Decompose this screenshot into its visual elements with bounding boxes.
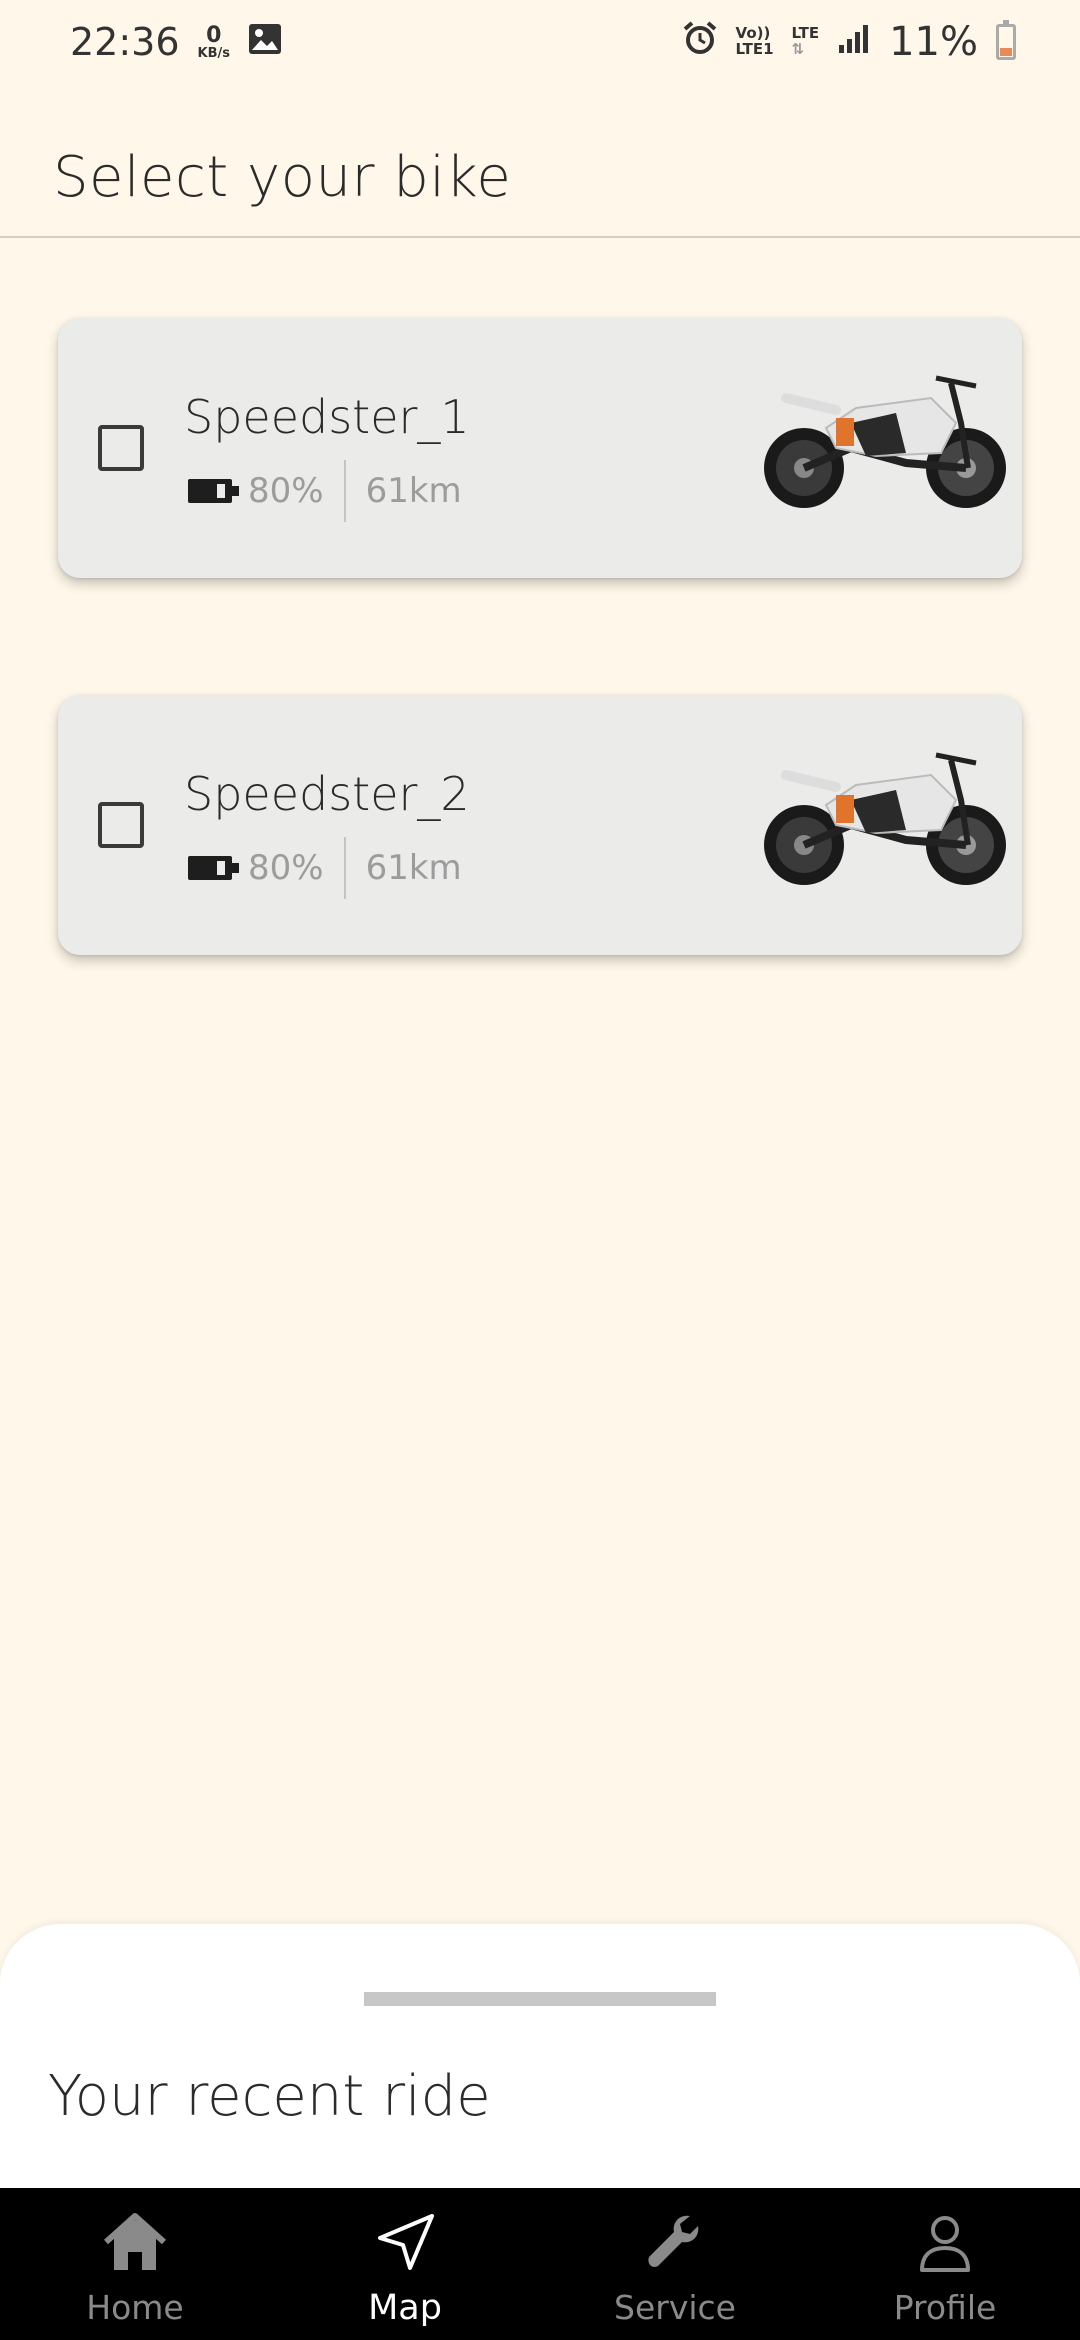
data-arrows-icon: ⇅ bbox=[791, 40, 805, 58]
nav-item-service[interactable]: Service bbox=[540, 2188, 810, 2340]
home-icon bbox=[103, 2213, 167, 2270]
lte-indicator: LTE ⇅ bbox=[791, 25, 820, 58]
bike-range: 61km bbox=[365, 471, 462, 511]
bike-meta: 80% 61km bbox=[188, 837, 462, 899]
bike-battery: 80% bbox=[248, 848, 324, 888]
network-speed: 0 KB/s bbox=[197, 22, 230, 61]
wrench-icon bbox=[648, 2215, 699, 2267]
network-speed-value: 0 bbox=[206, 22, 222, 48]
meta-divider bbox=[343, 460, 346, 522]
nav-label-profile: Profile bbox=[893, 2288, 997, 2327]
nav-label-map: Map bbox=[368, 2288, 442, 2328]
network-speed-unit: KB/s bbox=[197, 45, 230, 61]
bike-battery: 80% bbox=[248, 471, 324, 511]
battery-percent: 11% bbox=[889, 19, 978, 65]
bike-name: Speedster_1 bbox=[184, 390, 470, 444]
gallery-icon bbox=[248, 20, 282, 64]
motorcycle-image bbox=[764, 752, 1006, 885]
nav-label-home: Home bbox=[86, 2288, 184, 2327]
nav-item-home[interactable]: Home bbox=[0, 2188, 270, 2340]
signal-icon bbox=[837, 20, 871, 64]
bike-meta: 80% 61km bbox=[188, 460, 462, 522]
volte-indicator: Vo)) LTE1 bbox=[735, 25, 774, 58]
nav-label-service: Service bbox=[614, 2288, 736, 2327]
alarm-icon bbox=[682, 20, 718, 65]
status-left: 22:36 0 KB/s bbox=[70, 20, 282, 64]
battery-icon bbox=[996, 20, 1016, 60]
status-right: Vo)) LTE1 LTE ⇅ 11% bbox=[682, 19, 1016, 65]
motorcycle-image bbox=[764, 375, 1006, 508]
sheet-drag-handle[interactable] bbox=[364, 1992, 716, 2006]
bike-name: Speedster_2 bbox=[184, 767, 470, 821]
navigation-arrow-icon bbox=[378, 2214, 434, 2270]
bike-card[interactable]: Speedster_2 80% 61km bbox=[58, 695, 1022, 955]
bike-range: 61km bbox=[365, 848, 462, 888]
bottom-navigation: Home Map Service Profile bbox=[0, 2188, 1080, 2340]
battery-level-icon bbox=[188, 856, 239, 880]
bike-card[interactable]: Speedster_1 80% 61km bbox=[58, 318, 1022, 578]
meta-divider bbox=[343, 837, 346, 899]
battery-level-icon bbox=[188, 479, 239, 503]
recent-ride-sheet[interactable]: Your recent ride bbox=[0, 1924, 1080, 2190]
volte-line2: LTE1 bbox=[735, 40, 774, 58]
nav-item-profile[interactable]: Profile bbox=[810, 2188, 1080, 2340]
recent-ride-title: Your recent ride bbox=[48, 2064, 491, 2129]
header-divider bbox=[0, 236, 1080, 238]
page-title: Select your bike bbox=[53, 145, 512, 210]
status-time: 22:36 bbox=[70, 20, 180, 64]
status-bar: 22:36 0 KB/s Vo)) LTE1 LTE ⇅ 11% bbox=[0, 0, 1080, 84]
nav-item-map[interactable]: Map bbox=[270, 2188, 540, 2340]
bike-select-checkbox[interactable] bbox=[98, 425, 144, 471]
person-icon bbox=[920, 2216, 970, 2272]
bike-select-checkbox[interactable] bbox=[98, 802, 144, 848]
